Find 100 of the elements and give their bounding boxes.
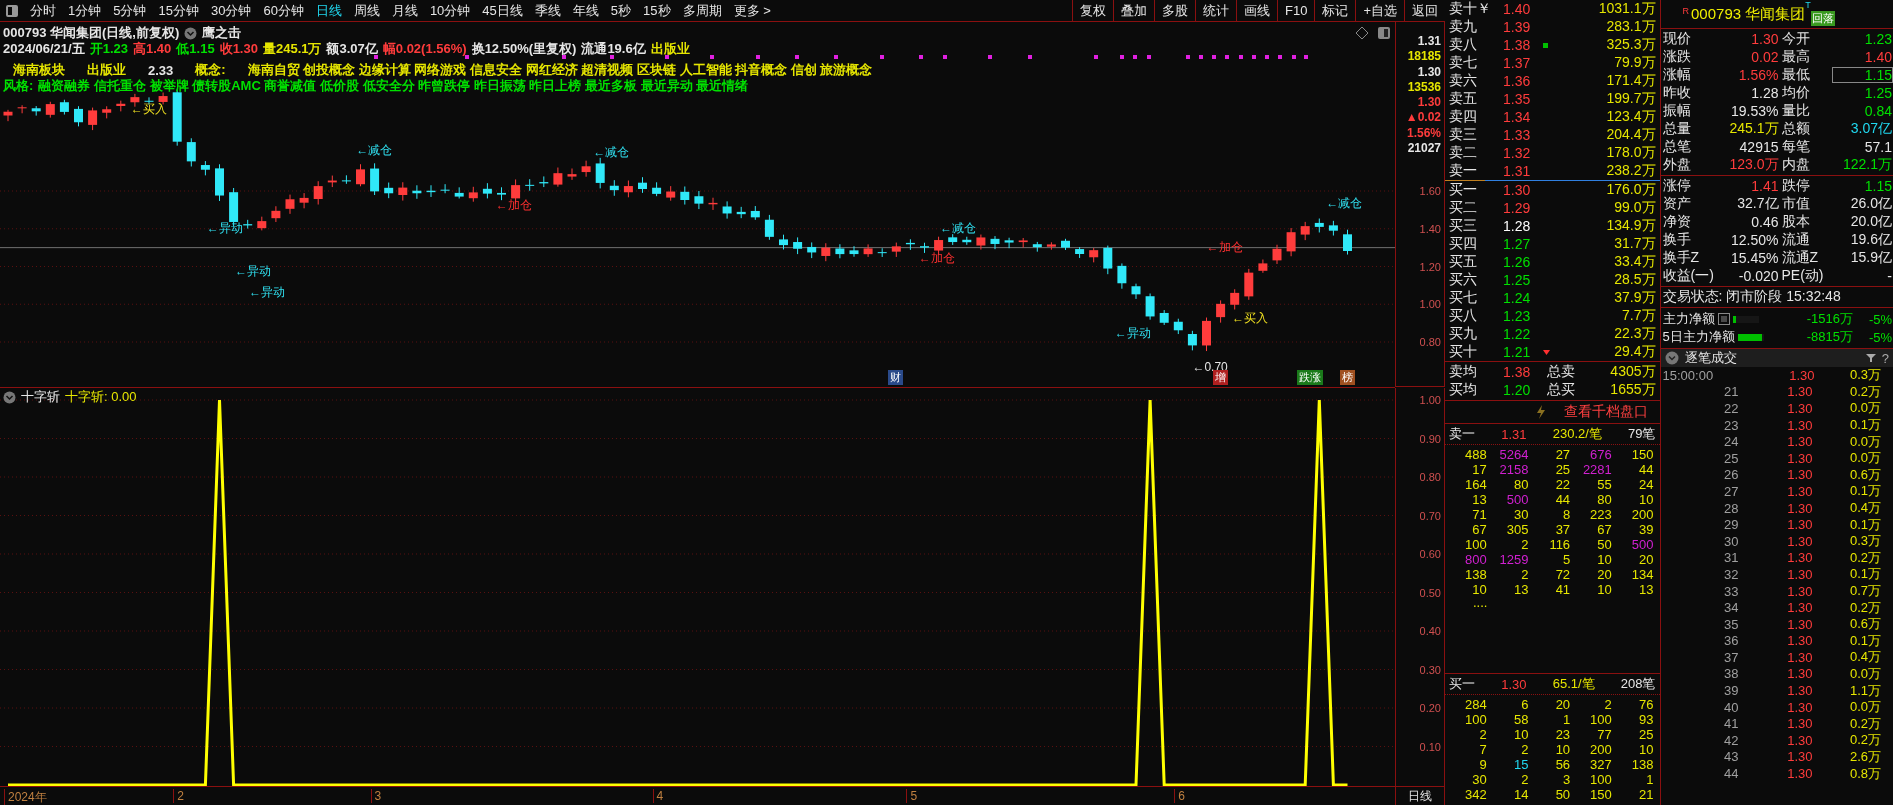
period-tab[interactable]: 日线 — [309, 0, 348, 21]
period-tab[interactable]: 年线 — [566, 0, 605, 21]
toolbar-button[interactable]: F10 — [1277, 0, 1315, 21]
period-tab[interactable]: 15秒 — [637, 0, 677, 21]
trade-price: 1.30 — [1786, 417, 1813, 433]
trade-volume: 0.0万 — [1848, 399, 1882, 418]
period-tab[interactable]: 5分钟 — [107, 0, 153, 21]
help-button[interactable]: ? — [1881, 350, 1889, 366]
period-tab[interactable]: 30分钟 — [204, 0, 258, 21]
level-price: 1.31 — [1502, 163, 1532, 179]
signal-label: ←加仓 — [918, 250, 955, 265]
period-tab[interactable]: 更多 > — [727, 0, 777, 21]
trade-volume: 0.1万 — [1848, 565, 1882, 584]
toolbar-button[interactable]: 画线 — [1236, 0, 1277, 21]
toolbar-button[interactable]: 标记 — [1314, 0, 1356, 21]
toolbar-button[interactable]: 复权 — [1072, 0, 1113, 21]
trade-volume: 0.0万 — [1848, 665, 1882, 683]
candle — [1131, 283, 1141, 300]
list-icon[interactable] — [1717, 313, 1730, 325]
chevron-circle-icon[interactable] — [184, 26, 198, 40]
period-tab[interactable]: 分时 — [24, 0, 62, 21]
candle — [877, 247, 887, 258]
stat-label: 内盘 — [1781, 156, 1811, 174]
depth-per-order: 65.1/笔 — [1552, 675, 1595, 693]
candle — [384, 182, 394, 199]
style-item: 融资融券 信托重仓 被举牌 债转股AMC 商誉减值 低价股 低安全分 昨曾跌停 昨日振荡 昨日上榜 最近多板 最近异动 最近情绪 — [38, 77, 749, 95]
date-axis-label: 3 — [370, 789, 382, 803]
candle — [45, 101, 55, 119]
period-tab[interactable]: 15分钟 — [152, 0, 205, 21]
signal-label: ←异动 — [249, 284, 286, 299]
level-label: 卖十￥ — [1449, 0, 1492, 18]
event-badge[interactable]: 财 — [888, 370, 904, 385]
period-tab[interactable]: 季线 — [528, 0, 567, 21]
chevron-circle-icon[interactable] — [3, 390, 16, 404]
depth-cell-text: 5 — [1561, 552, 1571, 567]
period-tab[interactable]: 45日线 — [476, 0, 529, 21]
stat-value: 1.15 — [1863, 178, 1893, 194]
candle — [59, 99, 69, 116]
stat-value: 26.0亿 — [1849, 195, 1893, 213]
sector-item: 概念: — [195, 61, 226, 79]
event-badge[interactable]: 榜 — [1339, 370, 1355, 385]
toolbar-button[interactable]: 返回 — [1404, 0, 1445, 21]
toolbar-button[interactable]: 叠加 — [1113, 0, 1154, 21]
level-price: 1.25 — [1502, 272, 1532, 288]
depth-cell-text: 77 — [1596, 727, 1612, 742]
candle — [1328, 220, 1338, 237]
candle — [962, 236, 972, 246]
stat-value: - — [1886, 268, 1893, 284]
depth-cell-text: 14 — [1512, 787, 1529, 802]
level-price: 1.29 — [1502, 200, 1532, 216]
trade-price: 1.30 — [1786, 749, 1813, 765]
r-label: R — [1682, 6, 1689, 16]
toolbar-button[interactable]: 多股 — [1154, 0, 1195, 21]
period-tab[interactable]: 多周期 — [676, 0, 728, 21]
level-price: 1.34 — [1502, 109, 1532, 125]
period-tab[interactable]: 60分钟 — [257, 0, 310, 21]
toolbar-button[interactable]: 统计 — [1195, 0, 1236, 21]
depth-cell-text: 13 — [1512, 582, 1529, 597]
axis-readout: 1.30 — [1417, 64, 1441, 80]
period-tab[interactable]: 1分钟 — [62, 0, 108, 21]
level-price: 1.33 — [1502, 127, 1532, 143]
period-tab[interactable]: 5秒 — [604, 0, 638, 21]
stat-value: 245.1万 — [1728, 120, 1780, 138]
period-tab[interactable]: 月线 — [385, 0, 424, 21]
filter-icon[interactable] — [1865, 353, 1876, 363]
period-tab[interactable]: 周线 — [347, 0, 386, 21]
quote-item: 高1.40 — [133, 40, 172, 58]
candle — [74, 105, 83, 127]
candle — [299, 192, 309, 209]
level-volume: 178.0万 — [1605, 144, 1656, 162]
candle — [750, 205, 760, 221]
toolbar-button[interactable]: +自选 — [1355, 0, 1404, 21]
stat-value: 15.9亿 — [1849, 249, 1893, 267]
axis-readout: 13536 — [1407, 79, 1441, 96]
candle — [680, 186, 690, 206]
chevron-circle-icon[interactable] — [1664, 351, 1679, 365]
trade-time: 36 — [1723, 633, 1740, 649]
level-label: 卖七 — [1449, 54, 1478, 72]
candle — [1244, 268, 1254, 301]
level-volume: 7.7万 — [1621, 307, 1656, 325]
stat-value: 19.6亿 — [1849, 231, 1893, 249]
candle — [1202, 317, 1211, 352]
depth-link[interactable]: 查看千档盘口 — [1563, 403, 1648, 421]
trading-status: 交易状态: 闭市阶段 15:32:48 — [1662, 288, 1841, 306]
period-tab[interactable]: 10分钟 — [423, 0, 477, 21]
stat-label: 外盘 — [1662, 156, 1692, 174]
level-label: 卖三 — [1449, 126, 1478, 144]
level-volume: 33.4万 — [1613, 253, 1656, 271]
value-tick: 0.40 — [1419, 624, 1441, 639]
event-badge[interactable]: 跌涨 — [1297, 370, 1324, 385]
trade-volume: 0.0万 — [1848, 698, 1882, 717]
level-label: 买十 — [1449, 343, 1478, 361]
depth-cell-text: 10 — [1638, 492, 1654, 507]
depth-side-label: 卖一 — [1449, 425, 1475, 443]
level-price: 1.39 — [1502, 19, 1532, 35]
depth-cell-text: 284 — [1464, 697, 1487, 712]
candle — [3, 109, 13, 122]
panel-toggle-icon[interactable] — [1377, 26, 1391, 40]
trade-volume: 0.1万 — [1848, 416, 1882, 435]
diamond-icon[interactable] — [1355, 26, 1369, 40]
